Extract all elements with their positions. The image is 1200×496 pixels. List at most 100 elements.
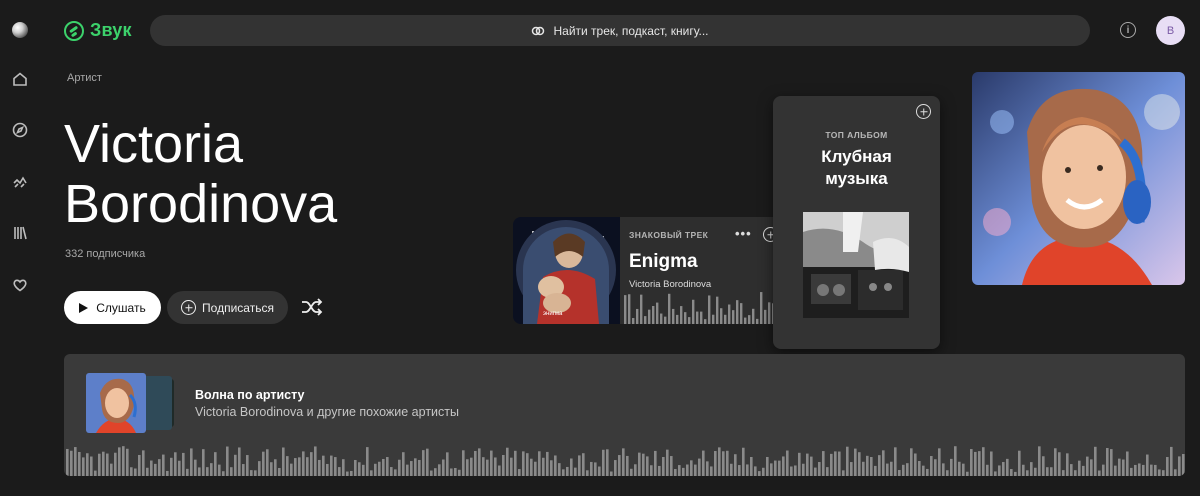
- waveform-bar: [846, 446, 849, 476]
- waveform-bar: [486, 459, 489, 476]
- waveform-bar: [266, 449, 269, 476]
- top-album-cover[interactable]: [803, 212, 909, 318]
- waveform-bar: [1018, 450, 1021, 476]
- waveform-bar: [814, 467, 817, 476]
- waveform-bar: [874, 465, 877, 476]
- waveform-bar: [732, 310, 735, 324]
- waveform-bar: [482, 457, 485, 476]
- wave-title[interactable]: Волна по артисту: [195, 388, 305, 402]
- waveform-bar: [870, 457, 873, 476]
- waveform-bar: [1038, 446, 1041, 476]
- signature-track-title[interactable]: Enigma: [629, 251, 698, 273]
- waveform-bar: [166, 470, 169, 476]
- waveform-bar: [646, 456, 649, 476]
- waveform-bar: [1006, 458, 1009, 476]
- top-album-kicker: ТОП АЛЬБОМ: [825, 130, 888, 140]
- waveform-bar: [1174, 469, 1177, 476]
- home-icon[interactable]: [11, 70, 29, 88]
- waveform-bar: [746, 464, 749, 476]
- waveform-bar: [1066, 453, 1069, 476]
- waveform-bar: [562, 469, 565, 476]
- top-album-title[interactable]: Клубная музыка: [773, 146, 940, 190]
- library-icon[interactable]: [11, 224, 29, 242]
- waveform-bar: [926, 468, 929, 476]
- waveform-bar: [294, 458, 297, 476]
- more-options-icon[interactable]: •••: [735, 226, 752, 241]
- waveform-bar: [262, 451, 265, 476]
- waveform-bar: [738, 465, 741, 476]
- signature-track-artist[interactable]: Victoria Borodinova: [629, 279, 711, 290]
- waveform-bar: [1002, 462, 1005, 476]
- waveform-bar: [642, 453, 645, 476]
- waveform-bar: [1054, 448, 1057, 476]
- waveform-bar: [506, 447, 509, 476]
- waveform-bar: [198, 467, 201, 476]
- waveform-bar: [974, 451, 977, 476]
- waveform-bar: [354, 459, 357, 476]
- sphere-logo-icon[interactable]: [12, 22, 28, 38]
- waveform-bar: [214, 452, 217, 476]
- waveform-bar: [614, 460, 617, 476]
- waveform-bar: [386, 457, 389, 476]
- listen-button[interactable]: Слушать: [64, 291, 161, 324]
- shuffle-button[interactable]: [300, 296, 324, 318]
- mic-icon[interactable]: [11, 173, 29, 191]
- waveform-bar: [918, 461, 921, 476]
- waveform-bar: [1022, 464, 1025, 476]
- signature-track-cover[interactable]: энигма: [513, 217, 620, 324]
- waveform-bar: [966, 471, 969, 476]
- waveform-bar: [764, 309, 767, 324]
- waveform-bar: [578, 455, 581, 476]
- plus-circle-icon: [181, 300, 197, 315]
- waveform-bar: [530, 458, 533, 476]
- search-bar[interactable]: Найти трек, подкаст, книгу...: [150, 15, 1090, 46]
- waveform-bar: [1142, 464, 1145, 476]
- add-album-icon[interactable]: [916, 104, 931, 119]
- subscribe-button[interactable]: Подписаться: [167, 291, 288, 324]
- waveform-bar: [748, 315, 751, 324]
- waveform-bar: [890, 461, 893, 476]
- waveform-bar: [736, 300, 739, 324]
- waveform-bar: [990, 451, 993, 476]
- wave-cover-stack[interactable]: [86, 373, 176, 433]
- subscriber-count: 332 подписчика: [65, 248, 146, 260]
- brand-logo[interactable]: Звук: [64, 20, 132, 41]
- heart-icon[interactable]: [11, 276, 29, 294]
- waveform-bar: [542, 457, 545, 476]
- waveform-bar: [688, 317, 691, 324]
- waveform-bar: [470, 457, 473, 476]
- waveform-bar: [1162, 470, 1165, 476]
- top-album-card[interactable]: ТОП АЛЬБОМ Клубная музыка: [773, 96, 940, 349]
- wave-subtitle: Victoria Borodinova и другие похожие арт…: [195, 405, 459, 419]
- artist-wave-panel[interactable]: Волна по артисту Victoria Borodinova и д…: [64, 354, 1185, 476]
- artist-photo[interactable]: [972, 72, 1185, 285]
- waveform-bar: [662, 456, 665, 476]
- waveform-bar: [90, 456, 93, 476]
- waveform-bar: [1090, 459, 1093, 476]
- waveform-bar: [970, 449, 973, 476]
- compass-icon[interactable]: [11, 121, 29, 139]
- user-avatar[interactable]: В: [1156, 16, 1185, 45]
- brand-name: Звук: [90, 20, 132, 40]
- signature-track-card[interactable]: энигма ЗНАКОВЫЙ ТРЕК ••• Enigma Victoria…: [513, 217, 787, 324]
- waveform-bar: [290, 463, 293, 476]
- waveform-bar: [250, 470, 253, 476]
- waveform-bar: [510, 457, 513, 476]
- waveform-bar: [1026, 470, 1029, 476]
- waveform-bar: [122, 446, 125, 476]
- info-icon[interactable]: i: [1120, 22, 1136, 38]
- waveform-bar: [550, 460, 553, 476]
- waveform-bar: [626, 455, 629, 476]
- waveform-bar: [744, 317, 747, 324]
- waveform-bar: [682, 467, 685, 476]
- waveform-bar: [760, 292, 763, 324]
- waveform-bar: [660, 313, 663, 324]
- waveform-bar: [342, 459, 345, 476]
- waveform-bar: [282, 447, 285, 476]
- waveform-bar: [634, 464, 637, 476]
- waveform-bar: [750, 456, 753, 476]
- waveform-bar: [1034, 467, 1037, 476]
- waveform-bar: [338, 467, 341, 476]
- waveform-bar: [414, 458, 417, 476]
- waveform-bar: [704, 319, 707, 324]
